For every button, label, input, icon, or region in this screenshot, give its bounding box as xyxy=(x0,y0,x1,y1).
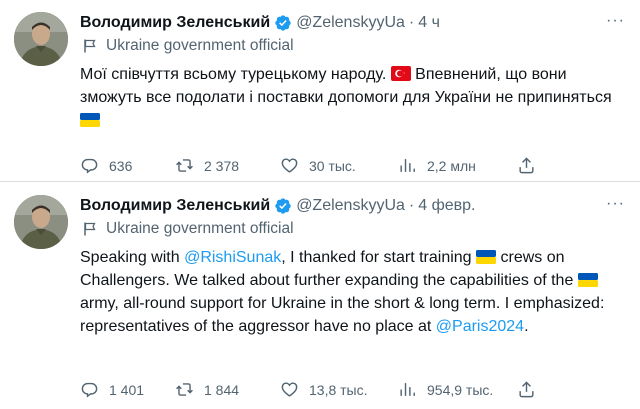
views-count: 954,9 тыс. xyxy=(427,381,494,398)
affiliation-text: Ukraine government official xyxy=(106,220,294,237)
heart-icon xyxy=(281,382,298,397)
avatar[interactable] xyxy=(14,195,68,249)
tweet-text: Speaking with @RishiSunak, I thanked for… xyxy=(80,249,605,335)
like-button[interactable]: 30 тыс. xyxy=(280,156,356,175)
mention-link[interactable]: @RishiSunak xyxy=(184,249,281,266)
share-icon xyxy=(519,381,534,398)
retweet-icon xyxy=(176,159,193,172)
affiliation-label[interactable]: Ukraine government official xyxy=(80,218,625,240)
ukraine-flag-emoji xyxy=(476,250,497,264)
retweet-count: 1 844 xyxy=(204,381,240,398)
affiliation-text: Ukraine government official xyxy=(106,37,294,54)
government-flag-icon xyxy=(84,222,96,236)
author-handle[interactable]: @ZelenskyyUa xyxy=(296,197,405,215)
turkey-flag-emoji xyxy=(390,66,411,81)
tweet-text: Мої співчуття всьому турецькому народу. … xyxy=(80,63,625,132)
views-chart-icon xyxy=(400,383,415,396)
like-count: 30 тыс. xyxy=(309,157,356,174)
reply-button[interactable]: 636 xyxy=(80,156,132,175)
share-button[interactable] xyxy=(517,380,546,399)
views-count: 2,2 млн xyxy=(427,157,476,174)
views-button[interactable]: 954,9 тыс. xyxy=(398,380,493,399)
more-options-icon[interactable]: ··· xyxy=(606,195,625,213)
tweet[interactable]: Володимир Зеленський @ZelenskyyUa · 4 фе… xyxy=(0,183,640,409)
reply-count: 1 401 xyxy=(109,381,145,398)
more-options-icon[interactable]: ··· xyxy=(606,12,625,30)
reply-button[interactable]: 1 401 xyxy=(80,380,144,399)
ukraine-flag-emoji xyxy=(577,273,598,287)
share-button[interactable] xyxy=(517,156,546,175)
ukraine-flag-emoji xyxy=(80,113,100,127)
mention-link[interactable]: @Paris2024 xyxy=(436,318,524,335)
retweet-button[interactable]: 1 844 xyxy=(175,380,239,399)
separator-dot: · xyxy=(408,197,415,214)
author-handle[interactable]: @ZelenskyyUa xyxy=(296,14,405,32)
share-icon xyxy=(519,157,534,174)
verified-badge-icon xyxy=(274,197,292,215)
reply-count: 636 xyxy=(109,157,133,174)
separator-dot: · xyxy=(408,14,415,31)
retweet-button[interactable]: 2 378 xyxy=(175,156,239,175)
tweet[interactable]: Володимир Зеленський @ZelenskyyUa · 4 ч … xyxy=(0,0,640,182)
like-count: 13,8 тыс. xyxy=(309,381,368,398)
tweet-time[interactable]: 4 ч xyxy=(418,14,440,32)
tweet-time[interactable]: 4 февр. xyxy=(418,197,475,215)
views-chart-icon xyxy=(400,159,415,172)
tweet-divider xyxy=(0,181,640,182)
author-name[interactable]: Володимир Зеленський xyxy=(80,14,270,32)
like-button[interactable]: 13,8 тыс. xyxy=(280,380,368,399)
government-flag-icon xyxy=(84,39,96,53)
retweet-count: 2 378 xyxy=(204,157,240,174)
reply-icon xyxy=(81,382,98,398)
avatar[interactable] xyxy=(14,12,68,66)
author-name[interactable]: Володимир Зеленський xyxy=(80,197,270,215)
heart-icon xyxy=(281,158,298,173)
retweet-icon xyxy=(176,383,193,396)
affiliation-label[interactable]: Ukraine government official xyxy=(80,35,625,57)
views-button[interactable]: 2,2 млн xyxy=(398,156,476,175)
reply-icon xyxy=(81,158,98,174)
tweet-actions: 636 2 378 30 тыс. 2,2 млн xyxy=(80,156,625,180)
verified-badge-icon xyxy=(274,14,292,32)
tweet-actions: 1 401 1 844 13,8 тыс. 954,9 тыс. xyxy=(80,380,625,404)
